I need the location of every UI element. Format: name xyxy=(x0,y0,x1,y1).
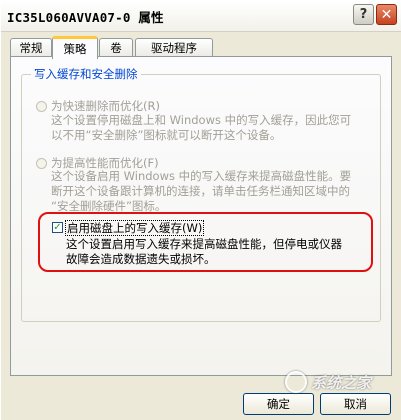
description-line: 这个设置停用磁盘上和 Windows 中的写入缓存，因此您可 xyxy=(51,113,352,127)
tab-label: 卷 xyxy=(110,40,122,55)
properties-dialog: IC35L060AVVA07-0 属性 ? ✕ 常规 策略 卷 驱动程序 写入缓… xyxy=(0,0,401,420)
tab-volumes[interactable]: 卷 xyxy=(99,38,133,56)
tab-label: 常规 xyxy=(19,40,43,55)
quick-removal-description: 这个设置停用磁盘上和 Windows 中的写入缓存，因此您可 以不用“安全删除”… xyxy=(51,113,351,143)
annotation-highlight xyxy=(38,212,373,272)
help-button[interactable]: ? xyxy=(353,4,374,25)
help-icon: ? xyxy=(359,7,368,22)
tab-general[interactable]: 常规 xyxy=(10,38,52,56)
group-title: 写入缓存和安全删除 xyxy=(31,66,141,82)
radio-button-icon xyxy=(36,100,47,112)
close-button[interactable]: ✕ xyxy=(376,4,397,25)
performance-description: 这个设备启用 Windows 中的写入缓存来提高磁盘性能。要 断开这个设备跟计算… xyxy=(51,169,351,214)
ok-label: 确定 xyxy=(267,397,290,411)
watermark: 系统之家 xyxy=(285,367,395,397)
title-bar[interactable]: IC35L060AVVA07-0 属性 ? ✕ xyxy=(1,1,401,32)
tab-label: 策略 xyxy=(63,42,87,56)
tab-label: 驱动程序 xyxy=(151,40,197,55)
watermark-logo-icon xyxy=(285,371,307,393)
radio-button-icon xyxy=(36,157,47,169)
watermark-text: 系统之家 xyxy=(311,373,372,392)
cancel-label: 取消 xyxy=(344,397,367,411)
description-line: 以不用“安全删除”图标就可以断开这个设备。 xyxy=(51,128,282,142)
tab-policies[interactable]: 策略 xyxy=(52,36,98,59)
close-icon: ✕ xyxy=(380,6,393,23)
window-title: IC35L060AVVA07-0 属性 xyxy=(7,10,164,25)
quick-removal-label: 为快速删除而优化(R) xyxy=(51,99,160,113)
description-line: 这个设备启用 Windows 中的写入缓存来提高磁盘性能。要 xyxy=(51,169,352,183)
tab-driver[interactable]: 驱动程序 xyxy=(135,38,213,56)
description-line: 断开这个设备跟计算机的连接，请单击任务栏通知区域中的 xyxy=(51,184,350,198)
quick-removal-option[interactable]: 为快速删除而优化(R) xyxy=(36,98,160,114)
